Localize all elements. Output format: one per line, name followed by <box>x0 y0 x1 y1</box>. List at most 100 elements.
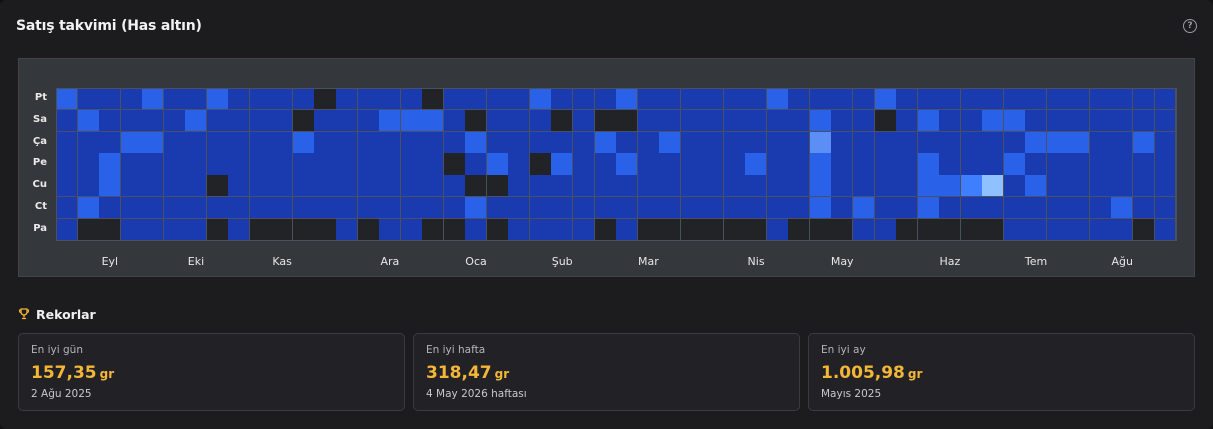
heatmap-cell[interactable] <box>271 88 294 111</box>
heatmap-cell[interactable] <box>314 88 337 111</box>
heatmap-cell[interactable] <box>637 218 660 242</box>
heatmap-cell[interactable] <box>142 218 165 242</box>
heatmap-cell[interactable] <box>465 218 488 242</box>
heatmap-cell[interactable] <box>508 153 531 176</box>
heatmap-cell[interactable] <box>228 109 251 133</box>
heatmap-cell[interactable] <box>271 197 294 220</box>
heatmap-cell[interactable] <box>702 109 725 133</box>
heatmap-cell[interactable] <box>1154 153 1177 176</box>
heatmap-cell[interactable] <box>680 109 703 133</box>
heatmap-cell[interactable] <box>1089 153 1112 176</box>
heatmap-cell[interactable] <box>56 175 79 198</box>
heatmap-cell[interactable] <box>788 109 811 133</box>
heatmap-cell[interactable] <box>766 153 789 176</box>
heatmap-cell[interactable] <box>680 153 703 176</box>
heatmap-cell[interactable] <box>788 218 811 242</box>
heatmap-cell[interactable] <box>766 131 789 154</box>
heatmap-cell[interactable] <box>185 175 208 198</box>
heatmap-cell[interactable] <box>745 131 768 154</box>
heatmap-cell[interactable] <box>206 153 229 176</box>
heatmap-cell[interactable] <box>228 197 251 220</box>
heatmap-cell[interactable] <box>508 218 531 242</box>
heatmap-cell[interactable] <box>400 88 423 111</box>
heatmap-cell[interactable] <box>939 218 962 242</box>
heatmap-cell[interactable] <box>142 197 165 220</box>
heatmap-cell[interactable] <box>120 131 143 154</box>
heatmap-cell[interactable] <box>142 153 165 176</box>
heatmap-cell[interactable] <box>120 109 143 133</box>
heatmap-cell[interactable] <box>379 175 402 198</box>
heatmap-cell[interactable] <box>1089 88 1112 111</box>
heatmap-cell[interactable] <box>723 88 746 111</box>
heatmap-cell[interactable] <box>120 218 143 242</box>
heatmap-cell[interactable] <box>443 197 466 220</box>
heatmap-cell[interactable] <box>228 175 251 198</box>
heatmap-cell[interactable] <box>1025 197 1048 220</box>
heatmap-cell[interactable] <box>1003 153 1026 176</box>
heatmap-cell[interactable] <box>163 175 186 198</box>
heatmap-cell[interactable] <box>142 88 165 111</box>
heatmap-cell[interactable] <box>1046 131 1069 154</box>
heatmap-cell[interactable] <box>982 109 1005 133</box>
heatmap-cell[interactable] <box>120 88 143 111</box>
heatmap-cell[interactable] <box>982 197 1005 220</box>
heatmap-cell[interactable] <box>874 218 897 242</box>
heatmap-cell[interactable] <box>960 197 983 220</box>
heatmap-cell[interactable] <box>1154 197 1177 220</box>
heatmap-cell[interactable] <box>486 175 509 198</box>
heatmap-cell[interactable] <box>766 197 789 220</box>
heatmap-cell[interactable] <box>422 131 445 154</box>
heatmap-cell[interactable] <box>465 88 488 111</box>
heatmap-cell[interactable] <box>400 131 423 154</box>
heatmap-cell[interactable] <box>594 218 617 242</box>
heatmap-cell[interactable] <box>249 153 272 176</box>
heatmap-cell[interactable] <box>939 153 962 176</box>
heatmap-cell[interactable] <box>637 175 660 198</box>
heatmap-cell[interactable] <box>1089 218 1112 242</box>
heatmap-cell[interactable] <box>422 218 445 242</box>
heatmap-cell[interactable] <box>551 109 574 133</box>
heatmap-cell[interactable] <box>56 153 79 176</box>
heatmap-cell[interactable] <box>896 88 919 111</box>
heatmap-cell[interactable] <box>551 197 574 220</box>
heatmap-cell[interactable] <box>379 218 402 242</box>
heatmap-cell[interactable] <box>1089 197 1112 220</box>
help-icon[interactable]: ? <box>1183 19 1197 33</box>
heatmap-cell[interactable] <box>939 197 962 220</box>
heatmap-cell[interactable] <box>206 197 229 220</box>
heatmap-cell[interactable] <box>1089 175 1112 198</box>
heatmap-cell[interactable] <box>120 197 143 220</box>
heatmap-cell[interactable] <box>1133 197 1156 220</box>
heatmap-cell[interactable] <box>572 218 595 242</box>
heatmap-cell[interactable] <box>680 218 703 242</box>
heatmap-cell[interactable] <box>99 197 122 220</box>
heatmap-cell[interactable] <box>594 109 617 133</box>
heatmap-cell[interactable] <box>874 88 897 111</box>
heatmap-cell[interactable] <box>551 131 574 154</box>
heatmap-cell[interactable] <box>486 109 509 133</box>
heatmap-cell[interactable] <box>1111 88 1134 111</box>
heatmap-cell[interactable] <box>206 131 229 154</box>
heatmap-cell[interactable] <box>896 175 919 198</box>
heatmap-cell[interactable] <box>616 175 639 198</box>
heatmap-cell[interactable] <box>1003 218 1026 242</box>
heatmap-cell[interactable] <box>163 109 186 133</box>
heatmap-cell[interactable] <box>637 131 660 154</box>
heatmap-cell[interactable] <box>680 197 703 220</box>
heatmap-cell[interactable] <box>788 153 811 176</box>
heatmap-cell[interactable] <box>551 153 574 176</box>
heatmap-cell[interactable] <box>357 197 380 220</box>
heatmap-cell[interactable] <box>1046 218 1069 242</box>
heatmap-cell[interactable] <box>379 109 402 133</box>
heatmap-cell[interactable] <box>1089 109 1112 133</box>
heatmap-cell[interactable] <box>852 109 875 133</box>
heatmap-cell[interactable] <box>572 175 595 198</box>
heatmap-cell[interactable] <box>723 175 746 198</box>
heatmap-cell[interactable] <box>400 153 423 176</box>
heatmap-cell[interactable] <box>443 88 466 111</box>
heatmap-cell[interactable] <box>831 109 854 133</box>
heatmap-cell[interactable] <box>960 109 983 133</box>
heatmap-cell[interactable] <box>874 153 897 176</box>
heatmap-cell[interactable] <box>336 131 359 154</box>
heatmap-cell[interactable] <box>529 218 552 242</box>
